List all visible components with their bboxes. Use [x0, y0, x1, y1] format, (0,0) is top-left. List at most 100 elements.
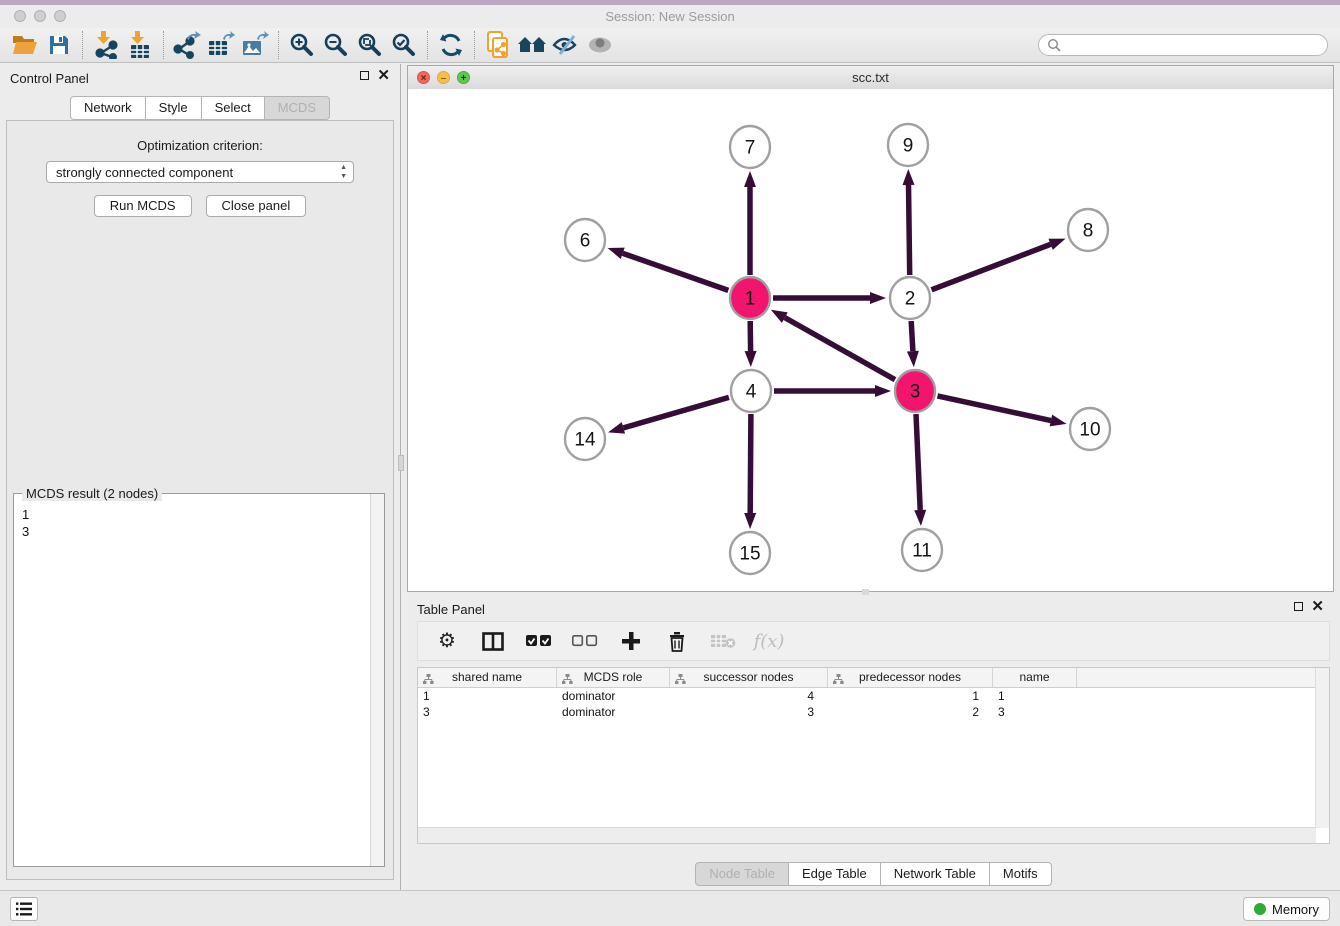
graph-node-8[interactable]: 8 [1068, 209, 1108, 251]
toolbar-separator [427, 31, 428, 59]
tab-node-table[interactable]: Node Table [695, 862, 789, 886]
column-header-name[interactable]: name [993, 668, 1077, 687]
close-panel-icon[interactable]: ✕ [377, 70, 390, 81]
tab-network[interactable]: Network [70, 96, 146, 120]
table-cell[interactable]: 3 [993, 704, 1077, 720]
table-panel-tabs: Node TableEdge TableNetwork TableMotifs [407, 862, 1340, 886]
table-vertical-scrollbar[interactable] [1315, 668, 1329, 828]
zoom-selected-icon[interactable] [387, 30, 421, 60]
network-view-window: × – + scc.txt 1234678910111415 [407, 65, 1334, 592]
graph-node-label: 3 [910, 382, 921, 403]
graph-edge-3-1[interactable] [785, 318, 895, 380]
window-titlebar: Session: New Session [0, 5, 1340, 28]
graph-edge-4-15[interactable] [750, 414, 751, 513]
memory-button[interactable]: Memory [1243, 897, 1330, 921]
table-cell[interactable]: 1 [828, 688, 993, 704]
search-input[interactable] [1066, 37, 1327, 53]
select-all-rows-icon[interactable] [526, 628, 552, 654]
graph-edge-2-9[interactable] [909, 185, 910, 275]
hide-selected-icon[interactable] [549, 30, 583, 60]
tab-select[interactable]: Select [202, 96, 265, 120]
mcds-result-box: MCDS result (2 nodes) 13 [13, 493, 385, 867]
table-cell[interactable]: dominator [557, 704, 670, 720]
graph-node-15[interactable]: 15 [730, 532, 770, 574]
graph-edge-4-14[interactable] [623, 397, 729, 428]
search-field[interactable] [1038, 34, 1328, 56]
column-header-predecessor-nodes[interactable]: predecessor nodes [828, 668, 993, 687]
toggle-panes-icon[interactable] [480, 628, 506, 654]
column-header-successor-nodes[interactable]: successor nodes [670, 668, 828, 687]
export-network-icon[interactable] [170, 30, 204, 60]
graph-edge-2-3[interactable] [911, 321, 913, 351]
table-settings-icon[interactable]: ⚙ [434, 628, 460, 654]
graph-node-9[interactable]: 9 [888, 124, 928, 166]
float-table-panel-icon[interactable] [1294, 602, 1303, 611]
network-from-selection-icon[interactable] [481, 30, 515, 60]
delete-column-icon[interactable] [664, 628, 690, 654]
graph-node-11[interactable]: 11 [902, 529, 942, 571]
graph-node-label: 9 [903, 136, 914, 157]
graph-node-14[interactable]: 14 [565, 418, 605, 460]
table-cell[interactable]: 3 [418, 704, 557, 720]
graph-node-label: 6 [580, 231, 591, 252]
control-panel: Control Panel ✕ NetworkStyleSelectMCDS O… [0, 64, 401, 890]
refresh-view-icon[interactable] [434, 30, 468, 60]
save-session-icon[interactable] [42, 30, 76, 60]
toolbar-separator [82, 31, 83, 59]
result-scrollbar[interactable] [370, 494, 384, 866]
open-session-icon[interactable] [8, 30, 42, 60]
graph-node-6[interactable]: 6 [565, 219, 605, 261]
graph-edge-3-10[interactable] [938, 396, 1051, 421]
column-header-label: shared name [452, 670, 522, 684]
table-cell[interactable]: 3 [670, 704, 828, 720]
graph-edge-2-8[interactable] [932, 244, 1051, 289]
graph-node-10[interactable]: 10 [1070, 408, 1110, 450]
tab-motifs[interactable]: Motifs [990, 862, 1052, 886]
table-cell[interactable]: 4 [670, 688, 828, 704]
tab-style[interactable]: Style [146, 96, 202, 120]
table-row[interactable]: 3dominator323 [418, 704, 1329, 720]
graph-node-4[interactable]: 4 [731, 370, 771, 412]
home-layout-icon[interactable] [515, 30, 549, 60]
panel-divider-grip[interactable] [398, 455, 404, 471]
graph-node-3[interactable]: 3 [895, 370, 935, 412]
table-panel: Table Panel ✕ ⚙ [407, 595, 1340, 890]
table-cell[interactable]: dominator [557, 688, 670, 704]
graph-node-1[interactable]: 1 [730, 277, 770, 319]
deselect-all-rows-icon[interactable] [572, 628, 598, 654]
column-header-label: successor nodes [703, 670, 793, 684]
table-horizontal-scrollbar[interactable] [418, 827, 1316, 843]
table-cell[interactable]: 1 [418, 688, 557, 704]
close-table-panel-icon[interactable]: ✕ [1311, 601, 1324, 612]
tab-network-table[interactable]: Network Table [881, 862, 990, 886]
table-cell[interactable]: 1 [993, 688, 1077, 704]
zoom-out-icon[interactable] [319, 30, 353, 60]
table-cell[interactable]: 2 [828, 704, 993, 720]
hierarchy-icon [423, 672, 434, 691]
table-row[interactable]: 1dominator411 [418, 688, 1329, 704]
graph-edge-3-11[interactable] [916, 414, 920, 510]
table-body: 1dominator4113dominator323 [418, 688, 1329, 720]
add-column-icon[interactable] [618, 628, 644, 654]
show-all-icon[interactable] [583, 30, 617, 60]
tab-edge-table[interactable]: Edge Table [789, 862, 881, 886]
run-mcds-button[interactable]: Run MCDS [94, 195, 192, 217]
criterion-select[interactable]: strongly connected component ▲▼ [46, 161, 354, 183]
zoom-in-icon[interactable] [285, 30, 319, 60]
column-header-shared-name[interactable]: shared name [418, 668, 557, 687]
column-header-MCDS-role[interactable]: MCDS role [557, 668, 670, 687]
graph-node-7[interactable]: 7 [730, 126, 770, 168]
network-canvas[interactable]: 1 2 3 4 6 7 8 9 10 11 14 15 [408, 89, 1333, 591]
export-image-icon[interactable] [238, 30, 272, 60]
zoom-fit-icon[interactable] [353, 30, 387, 60]
float-panel-icon[interactable] [360, 71, 369, 80]
graph-node-2[interactable]: 2 [890, 277, 930, 319]
import-network-icon[interactable] [89, 30, 123, 60]
tab-mcds[interactable]: MCDS [265, 96, 330, 120]
search-icon [1047, 38, 1061, 52]
close-panel-button[interactable]: Close panel [206, 195, 307, 217]
graph-edge-1-6[interactable] [623, 253, 729, 290]
task-history-button[interactable] [10, 897, 38, 921]
export-table-icon[interactable] [204, 30, 238, 60]
import-table-icon[interactable] [123, 30, 157, 60]
